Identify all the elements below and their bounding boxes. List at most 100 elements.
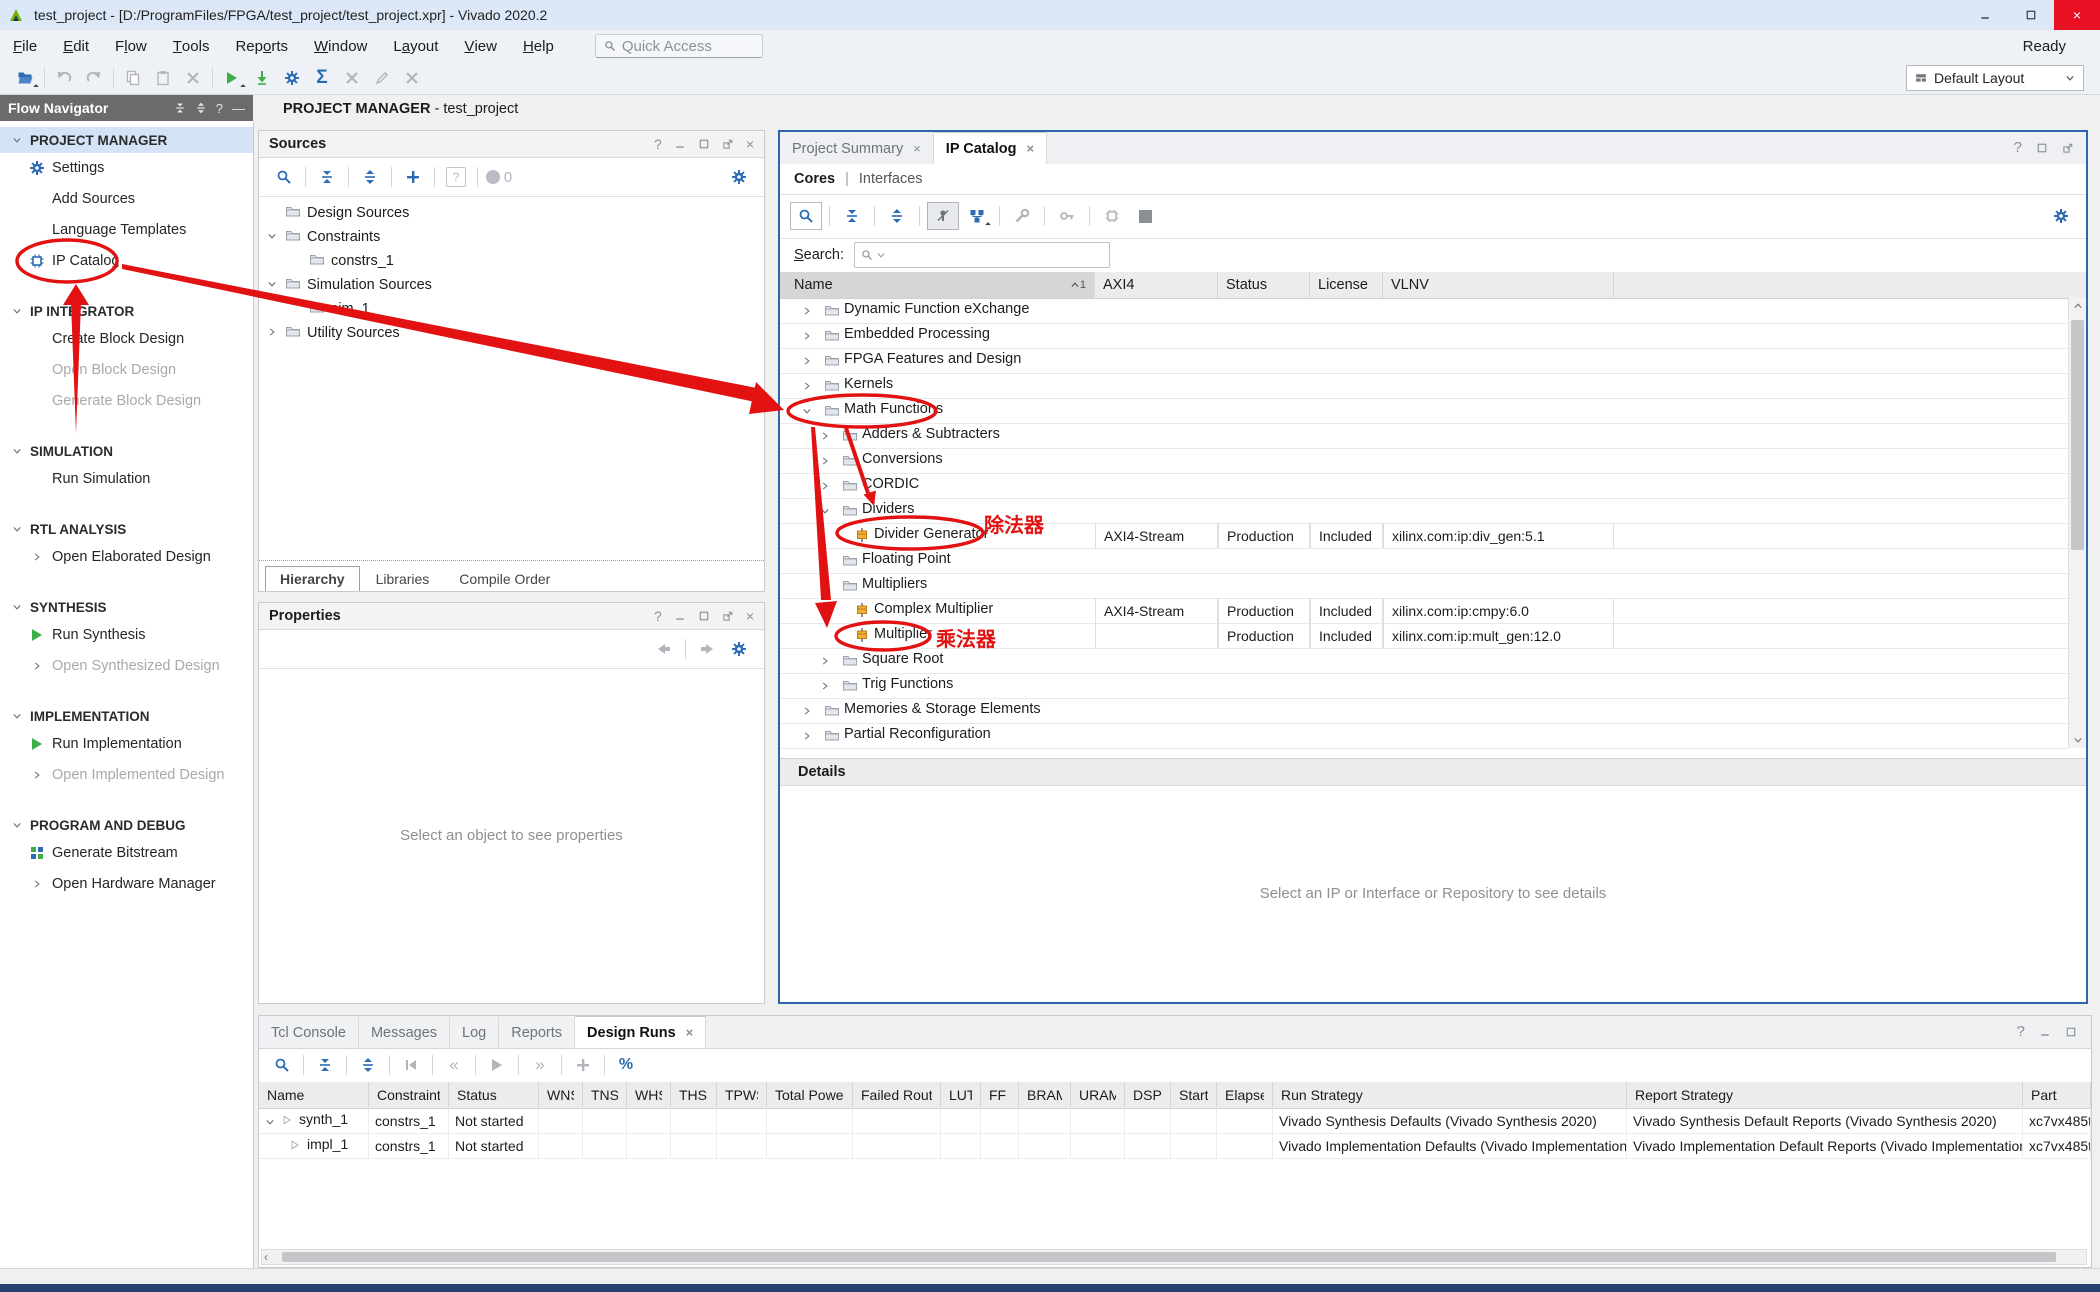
source-tree-item-constraints[interactable]: Constraints [259, 225, 764, 249]
close-tab-icon[interactable]: × [913, 141, 921, 156]
ip-tree-item-trig-functions[interactable]: Trig Functions [780, 673, 2069, 699]
runs-row-synth-1[interactable]: synth_1constrs_1Not startedVivado Synthe… [259, 1108, 2091, 1134]
ip-tree-item-memories-storage-elements[interactable]: Memories & Storage Elements [780, 698, 2069, 724]
sources-settings-gear[interactable] [724, 164, 754, 190]
runs-create-button[interactable] [568, 1052, 598, 1078]
flow-nav-item-open-elaborated-design[interactable]: Open Elaborated Design [0, 544, 253, 570]
collapse-all-button[interactable] [312, 164, 342, 190]
help-icon[interactable]: ? [2014, 139, 2022, 156]
ip-tree-item-multiplier[interactable]: MultiplierProductionIncludedxilinx.com:i… [780, 623, 2069, 649]
runs-step-back-button[interactable]: « [439, 1052, 469, 1078]
runs-column-start[interactable]: Start [1171, 1082, 1217, 1108]
menu-flow[interactable]: Flow [102, 30, 160, 62]
flow-nav-item-generate-block-design[interactable]: Generate Block Design [0, 388, 253, 414]
flow-nav-item-generate-bitstream[interactable]: Generate Bitstream [0, 840, 253, 866]
ip-block-button[interactable] [1130, 203, 1160, 229]
copy-button[interactable] [118, 65, 148, 91]
flow-nav-item-create-block-design[interactable]: Create Block Design [0, 326, 253, 352]
ip-tree-scrollbar[interactable] [2068, 298, 2086, 748]
expand-all-button[interactable] [355, 164, 385, 190]
close-icon[interactable]: × [746, 136, 754, 152]
settings-gear-button[interactable] [277, 65, 307, 91]
maximize-button[interactable] [2008, 0, 2054, 30]
ip-column-name[interactable]: Name1 [780, 272, 1095, 298]
menu-help[interactable]: Help [510, 30, 567, 62]
ip-column-vlnv[interactable]: VLNV [1383, 272, 1614, 298]
properties-settings-gear[interactable] [724, 636, 754, 662]
ip-collapse-all-button[interactable] [837, 203, 867, 229]
maximize-icon[interactable] [2036, 142, 2048, 154]
runs-column-total-power[interactable]: Total Power [767, 1082, 853, 1108]
runs-horizontal-scrollbar[interactable]: ‹ [261, 1249, 2087, 1265]
menu-reports[interactable]: Reports [222, 30, 301, 62]
minimize-icon[interactable] [674, 138, 686, 150]
ip-subtab-interfaces[interactable]: Interfaces [859, 171, 923, 187]
runs-percent-button[interactable]: % [611, 1052, 641, 1078]
flow-nav-item-open-block-design[interactable]: Open Block Design [0, 357, 253, 383]
runs-skip-to-start-button[interactable] [396, 1052, 426, 1078]
runs-column-lut[interactable]: LUT [941, 1082, 981, 1108]
ip-customize-button[interactable] [1007, 203, 1037, 229]
menu-edit[interactable]: Edit [50, 30, 102, 62]
source-tree-item-utility-sources[interactable]: Utility Sources [259, 321, 764, 345]
sources-tab-hierarchy[interactable]: Hierarchy [265, 566, 360, 591]
maximize-icon[interactable] [698, 138, 710, 150]
flow-nav-item-settings[interactable]: Settings [0, 155, 253, 181]
open-project-button[interactable] [10, 65, 40, 91]
flow-nav-section-synthesis[interactable]: SYNTHESIS [0, 594, 253, 620]
ip-tab-ip-catalog[interactable]: IP Catalog× [934, 132, 1047, 164]
maximize-icon[interactable] [698, 610, 710, 622]
runs-column-ff[interactable]: FF [981, 1082, 1019, 1108]
close-button[interactable]: × [2054, 0, 2100, 30]
help-icon[interactable]: ? [654, 608, 662, 624]
ip-tree-item-conversions[interactable]: Conversions [780, 448, 2069, 474]
ip-tree-item-kernels[interactable]: Kernels [780, 373, 2069, 399]
runs-column-part[interactable]: Part [2023, 1082, 2091, 1108]
abort-button[interactable] [397, 65, 427, 91]
flow-nav-item-open-hardware-manager[interactable]: Open Hardware Manager [0, 871, 253, 897]
ip-subtab-cores[interactable]: Cores [794, 171, 835, 187]
ip-column-license[interactable]: License [1310, 272, 1383, 298]
ip-column-status[interactable]: Status [1218, 272, 1310, 298]
ip-chip-button[interactable] [1097, 203, 1127, 229]
runs-column-status[interactable]: Status [449, 1082, 539, 1108]
runs-column-ths[interactable]: THS [671, 1082, 717, 1108]
flow-nav-item-run-implementation[interactable]: Run Implementation [0, 731, 253, 757]
minimize-icon[interactable] [2039, 1026, 2051, 1038]
ip-tree-item-partial-reconfiguration[interactable]: Partial Reconfiguration [780, 723, 2069, 749]
help-icon[interactable]: ? [216, 101, 223, 116]
runs-expand-button[interactable] [353, 1052, 383, 1078]
ip-tree-item-divider-generator[interactable]: Divider GeneratorAXI4-StreamProductionIn… [780, 523, 2069, 549]
float-icon[interactable] [722, 610, 734, 622]
runs-row-impl-1[interactable]: impl_1constrs_1Not startedVivado Impleme… [259, 1133, 2091, 1159]
menu-tools[interactable]: Tools [160, 30, 223, 62]
flow-nav-item-open-synthesized-design[interactable]: Open Synthesized Design [0, 653, 253, 679]
runs-column-elapsed[interactable]: Elapsed [1217, 1082, 1273, 1108]
runs-column-dsp[interactable]: DSP [1125, 1082, 1171, 1108]
flow-nav-section-project-manager[interactable]: PROJECT MANAGER [0, 127, 253, 153]
float-icon[interactable] [2062, 142, 2074, 154]
runs-column-report-strategy[interactable]: Report Strategy [1627, 1082, 2023, 1108]
undo-button[interactable] [49, 65, 79, 91]
ip-tree-item-multipliers[interactable]: Multipliers [780, 573, 2069, 599]
runs-column-failed-routes[interactable]: Failed Routes [853, 1082, 941, 1108]
bottom-tab-messages[interactable]: Messages [359, 1017, 450, 1048]
maximize-icon[interactable] [2065, 1026, 2077, 1038]
ip-search-input[interactable] [854, 242, 1110, 268]
quick-access-search[interactable]: Quick Access [595, 34, 763, 58]
flow-nav-item-ip-catalog[interactable]: IP Catalog [0, 248, 253, 274]
close-tab-icon[interactable]: × [1026, 141, 1034, 156]
forward-button[interactable] [692, 636, 722, 662]
close-tab-icon[interactable]: × [686, 1025, 694, 1040]
ip-expand-all-button[interactable] [882, 203, 912, 229]
search-button[interactable] [269, 164, 299, 190]
runs-column-wns[interactable]: WNS [539, 1082, 583, 1108]
ip-tree-item-square-root[interactable]: Square Root [780, 648, 2069, 674]
runs-column-whs[interactable]: WHS [627, 1082, 671, 1108]
float-icon[interactable] [722, 138, 734, 150]
delete-button[interactable] [178, 65, 208, 91]
runs-column-constraints[interactable]: Constraints [369, 1082, 449, 1108]
sum-report-button[interactable]: Σ [307, 65, 337, 91]
flow-nav-item-open-implemented-design[interactable]: Open Implemented Design [0, 762, 253, 788]
ip-license-button[interactable] [1052, 203, 1082, 229]
